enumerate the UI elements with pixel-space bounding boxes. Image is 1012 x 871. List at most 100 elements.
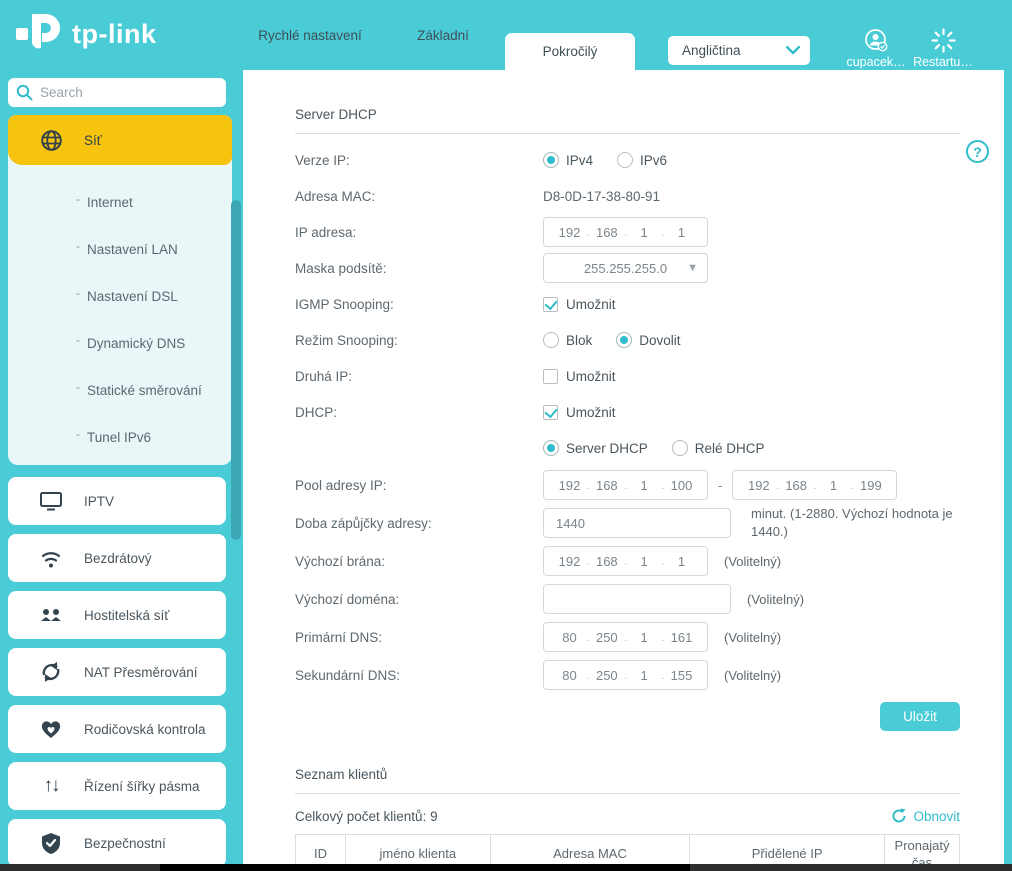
octet[interactable]: 192 [744, 478, 774, 493]
octet[interactable]: 1 [629, 554, 659, 569]
octet[interactable]: 1 [667, 554, 697, 569]
radio-label: Relé DHCP [694, 440, 765, 456]
form-row-ip-address: IP adresa: 192. 168. 1. 1 [295, 214, 960, 250]
second-ip-checkbox-unchecked[interactable] [543, 368, 558, 384]
tab-basic[interactable]: Základní [398, 0, 488, 70]
submenu-item-internet[interactable]: - Internet [76, 179, 232, 226]
sidebar-item-iptv[interactable]: IPTV [8, 477, 226, 525]
octet[interactable]: 1 [629, 478, 659, 493]
octet[interactable]: 1 [629, 630, 659, 645]
octet-dot: . [661, 225, 665, 239]
sidebar-item-parental-controls[interactable]: Rodičovská kontrola [8, 705, 226, 753]
clients-divider [295, 793, 960, 794]
header: tp-link Rychlé nastavení Základní Pokroč… [0, 0, 1012, 70]
octet-dot: . [623, 478, 628, 492]
sidebar-item-label: Rodičovská kontrola [84, 721, 206, 737]
submenu-item-dsl-settings[interactable]: - Nastavení DSL [76, 273, 232, 320]
optional-note: (Volitelný) [747, 591, 805, 607]
radio-selected-icon [616, 332, 633, 348]
field-label: Maska podsítě: [295, 260, 387, 276]
default-domain-input[interactable] [543, 584, 731, 614]
radio-dhcp-relay[interactable]: Relé DHCP [671, 440, 765, 456]
octet[interactable]: 199 [856, 478, 886, 493]
tab-quick-setup[interactable]: Rychlé nastavení [250, 0, 370, 70]
tp-link-logo-icon [16, 14, 60, 49]
gateway-input[interactable]: 192. 168. 1. 1 [543, 546, 708, 576]
sidebar-item-nat-forwarding[interactable]: NAT Přesměrování [8, 648, 226, 696]
octet[interactable]: 192 [554, 225, 584, 240]
pool-end-input[interactable]: 192. 168. 1. 199 [732, 470, 898, 500]
optional-note: (Volitelný) [724, 667, 782, 683]
form-row-ip-version: Verze IP: IPv4 IPv6 [295, 142, 960, 178]
horizontal-scrollbar[interactable] [0, 864, 1012, 871]
sidebar-item-bandwidth-control[interactable]: ↑↓ Řízení šířky pásma [8, 762, 226, 810]
up-down-arrows-icon: ↑↓ [43, 775, 61, 796]
form-row-primary-dns: Primární DNS: 80. 250. 1. 161 (Volitelný) [295, 618, 960, 656]
octet[interactable]: 192 [554, 478, 584, 493]
reboot-button[interactable]: Restartu… [908, 28, 978, 69]
sidebar-item-security[interactable]: Bezpečnostní [8, 819, 226, 867]
secondary-dns-input[interactable]: 80. 250. 1. 155 [543, 660, 708, 690]
clients-section-title: Seznam klientů [295, 767, 388, 782]
radio-label: IPv4 [566, 152, 594, 168]
submenu-item-lan-settings[interactable]: - Nastavení LAN [76, 226, 232, 273]
octet[interactable]: 1 [629, 668, 659, 683]
octet[interactable]: 192 [554, 554, 584, 569]
submenu-item-label: Internet [87, 195, 133, 210]
account-button[interactable]: cupacek… [841, 28, 911, 69]
subnet-mask-dropdown[interactable]: 255.255.255.0 ▼ [543, 253, 708, 283]
octet[interactable]: 155 [667, 668, 697, 683]
field-label: Sekundární DNS: [295, 667, 401, 683]
octet[interactable]: 80 [554, 630, 584, 645]
octet[interactable]: 80 [554, 668, 584, 683]
octet[interactable]: 250 [592, 630, 622, 645]
language-dropdown[interactable]: Angličtina [668, 36, 810, 65]
field-label: Pool adresy IP: [295, 477, 387, 493]
help-button[interactable]: ? [966, 140, 989, 163]
field-label: Druhá IP: [295, 368, 353, 384]
lease-time-input[interactable] [543, 508, 731, 538]
primary-dns-input[interactable]: 80. 250. 1. 161 [543, 622, 708, 652]
igmp-checkbox-checked[interactable] [543, 296, 558, 312]
radio-block[interactable]: Blok [543, 332, 592, 348]
submenu-item-static-routing[interactable]: - Statické směrování [76, 367, 232, 414]
octet[interactable]: 161 [667, 630, 697, 645]
radio-dhcp-server[interactable]: Server DHCP [543, 440, 648, 456]
submenu-item-ipv6-tunnel[interactable]: - Tunel IPv6 [76, 414, 232, 461]
sidebar-item-network[interactable]: Síť [8, 115, 232, 165]
checkbox-label: Umožnit [566, 404, 616, 420]
form-row-igmp: IGMP Snooping: Umožnit [295, 286, 960, 322]
octet[interactable]: 168 [781, 478, 811, 493]
radio-ipv6[interactable]: IPv6 [617, 152, 667, 168]
save-button[interactable]: Uložit [880, 702, 960, 731]
horizontal-scrollbar-thumb[interactable] [160, 864, 690, 871]
dhcp-checkbox-checked[interactable] [543, 404, 558, 420]
lease-note: minut. (1-2880. Výchozí hodnota je 1440.… [751, 506, 953, 539]
refresh-button[interactable]: Obnovit [891, 808, 960, 824]
field-label: IGMP Snooping: [295, 296, 394, 312]
account-label: cupacek… [846, 55, 906, 69]
radio-allow[interactable]: Dovolit [616, 332, 681, 348]
radio-ipv4[interactable]: IPv4 [543, 152, 593, 168]
octet[interactable]: 168 [592, 554, 622, 569]
submenu-item-label: Nastavení DSL [87, 289, 178, 304]
sidebar-item-wireless[interactable]: Bezdrátový [8, 534, 226, 582]
octet[interactable]: 168 [592, 225, 622, 240]
pool-start-input[interactable]: 192. 168. 1. 100 [543, 470, 708, 500]
octet[interactable]: 1 [667, 225, 697, 240]
octet-dot: . [586, 478, 590, 492]
octet[interactable]: 250 [592, 668, 622, 683]
sidebar-scrollbar-thumb[interactable] [231, 200, 241, 540]
search-icon [16, 84, 33, 101]
octet[interactable]: 168 [592, 478, 622, 493]
ip-address-input[interactable]: 192. 168. 1. 1 [543, 217, 708, 247]
search-box[interactable] [8, 78, 226, 107]
octet[interactable]: 100 [667, 478, 697, 493]
octet[interactable]: 1 [819, 478, 849, 493]
tab-advanced[interactable]: Pokročilý [505, 33, 635, 70]
sidebar-item-label: Řízení šířky pásma [84, 778, 200, 794]
octet[interactable]: 1 [629, 225, 659, 240]
sidebar-item-guest-network[interactable]: Hostitelská síť [8, 591, 226, 639]
search-input[interactable] [40, 85, 218, 100]
submenu-item-dynamic-dns[interactable]: - Dynamický DNS [76, 320, 232, 367]
